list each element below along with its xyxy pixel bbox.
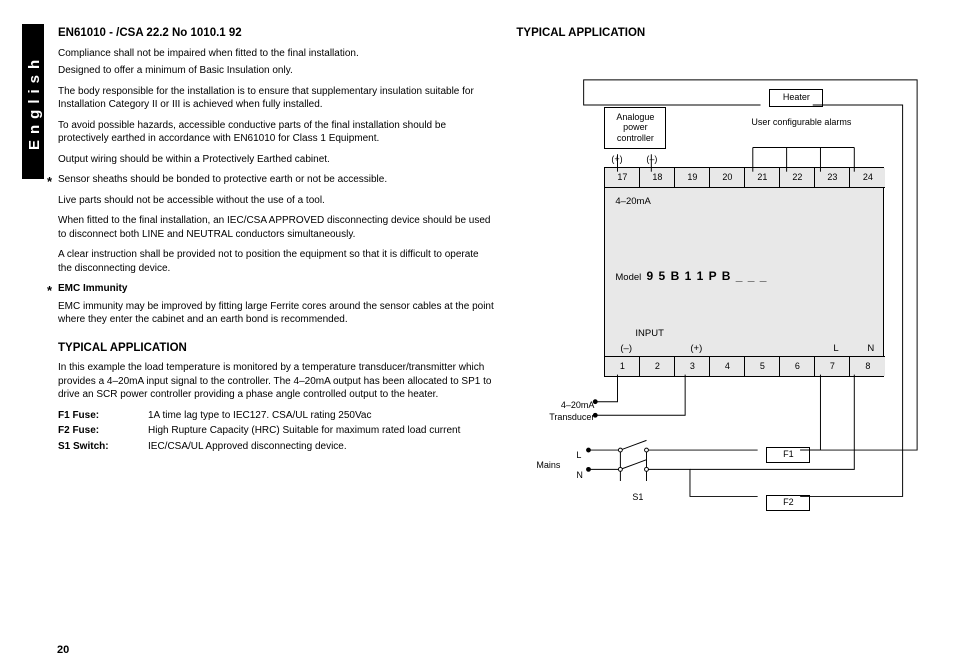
transducer-label-1: 4–20mA <box>534 399 594 411</box>
para: Designed to offer a minimum of Basic Ins… <box>58 64 494 78</box>
para: Compliance shall not be impaired when fi… <box>58 47 494 61</box>
controller-body: 17 18 19 20 21 22 23 24 4–20mA Model 9 5… <box>604 167 884 377</box>
f2-val: High Rupture Capacity (HRC) Suitable for… <box>148 424 494 438</box>
para: When fitted to the final installation, a… <box>58 214 494 241</box>
f2-box: F2 <box>766 495 810 511</box>
wiring-diagram: Heater Analogue power controller User co… <box>516 47 932 567</box>
transducer-label-2: Transducer <box>534 411 594 423</box>
term: 21 <box>745 168 780 188</box>
language-tab: English <box>22 24 44 179</box>
s1-val: IEC/CSA/UL Approved disconnecting device… <box>148 440 494 454</box>
s1-label: S1 <box>632 491 643 503</box>
para: In this example the load temperature is … <box>58 361 494 402</box>
bottom-terminals: 1 2 3 4 5 6 7 8 <box>605 356 885 376</box>
f1-val: 1A time lag type to IEC127. CSA/UL ratin… <box>148 409 494 423</box>
para-starred: Sensor sheaths should be bonded to prote… <box>58 173 494 187</box>
term: 1 <box>605 356 640 376</box>
term: 24 <box>850 168 885 188</box>
out-420ma: 4–20mA <box>615 196 650 209</box>
mains-label: Mains <box>536 459 560 471</box>
top-terminals: 17 18 19 20 21 22 23 24 <box>605 168 885 188</box>
term: 4 <box>710 356 745 376</box>
f1-box: F1 <box>766 447 810 463</box>
model-label: Model 9 5 B 1 1 P B _ _ _ <box>615 268 767 285</box>
s1-key: S1 Switch: <box>58 440 148 454</box>
f1-key: F1 Fuse: <box>58 409 148 423</box>
term: 17 <box>605 168 640 188</box>
heading-en61010: EN61010 - /CSA 22.2 No 1010.1 92 <box>58 26 494 42</box>
minus-label: (–) <box>646 153 657 165</box>
term: 23 <box>815 168 850 188</box>
para: Live parts should not be accessible with… <box>58 194 494 208</box>
term: 2 <box>640 356 675 376</box>
mains-L: L <box>576 449 581 461</box>
para: To avoid possible hazards, accessible co… <box>58 119 494 146</box>
term: 19 <box>675 168 710 188</box>
input-label: INPUT <box>635 328 664 341</box>
heading-typical-app-right: TYPICAL APPLICATION <box>516 26 932 42</box>
left-column: EN61010 - /CSA 22.2 No 1010.1 92 Complia… <box>58 24 494 654</box>
para: A clear instruction shall be provided no… <box>58 248 494 275</box>
f2-key: F2 Fuse: <box>58 424 148 438</box>
emc-heading: EMC Immunity <box>58 282 494 296</box>
term: 5 <box>745 356 780 376</box>
term: 18 <box>640 168 675 188</box>
para: EMC immunity may be improved by fitting … <box>58 300 494 327</box>
plus-label: (+) <box>611 153 622 165</box>
mains-N: N <box>576 469 583 481</box>
page-number: 20 <box>57 643 69 658</box>
analogue-controller-box: Analogue power controller <box>604 107 666 149</box>
right-column: TYPICAL APPLICATION Heater Analogue powe… <box>516 24 932 654</box>
term: 20 <box>710 168 745 188</box>
term: 7 <box>815 356 850 376</box>
alarms-label: User configurable alarms <box>746 117 856 127</box>
term: 6 <box>780 356 815 376</box>
heater-box: Heater <box>769 89 823 107</box>
para: Output wiring should be within a Protect… <box>58 153 494 167</box>
minus-label-bot: (–) <box>620 343 632 356</box>
fuse-table: F1 Fuse: 1A time lag type to IEC127. CSA… <box>58 409 494 454</box>
heading-typical-app-left: TYPICAL APPLICATION <box>58 341 494 357</box>
term: 8 <box>850 356 885 376</box>
term: 3 <box>675 356 710 376</box>
N-label: N <box>867 343 874 356</box>
plus-label-bot: (+) <box>690 343 702 356</box>
L-label: L <box>833 343 838 356</box>
term: 22 <box>780 168 815 188</box>
para: The body responsible for the installatio… <box>58 85 494 112</box>
